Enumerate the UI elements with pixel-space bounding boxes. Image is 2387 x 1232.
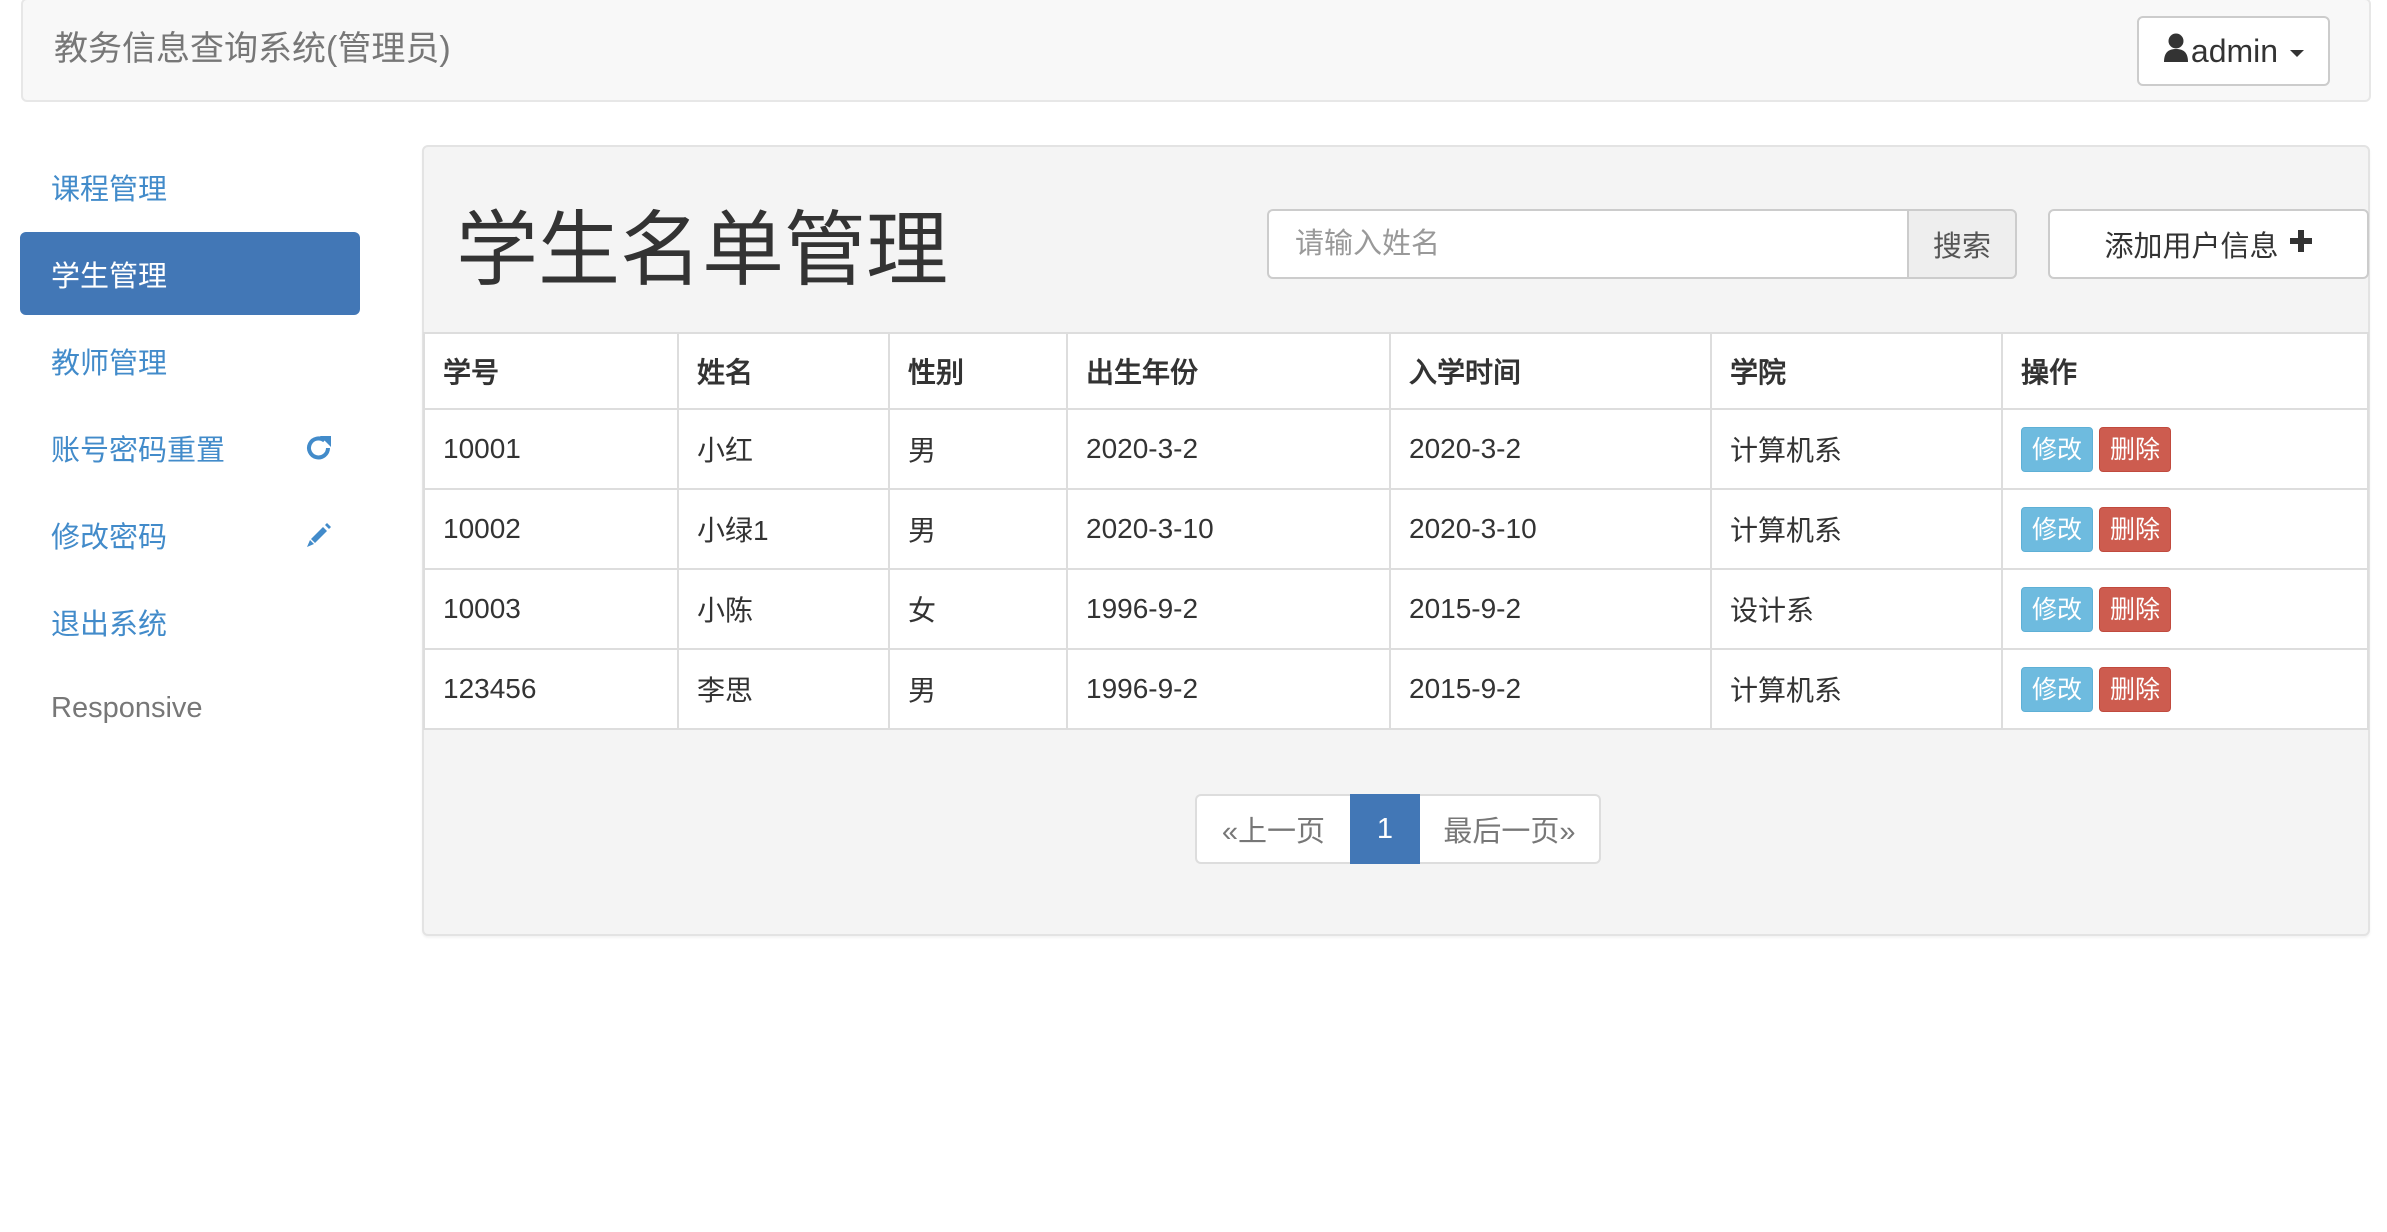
edit-button[interactable]: 修改	[2021, 426, 2094, 472]
sidebar: 课程管理 学生管理 教师管理 账号密码重置 修改密码 退出系统 Responsi…	[20, 145, 360, 754]
cell-enroll: 2020-3-10	[1389, 488, 1712, 570]
column-header: 性别	[888, 332, 1068, 410]
sidebar-item-label: 修改密码	[51, 521, 168, 554]
cell-birth: 2020-3-2	[1066, 408, 1391, 490]
cell-id: 10003	[423, 568, 679, 650]
delete-button[interactable]: 删除	[2099, 426, 2172, 472]
add-user-label: 添加用户信息	[2104, 231, 2279, 263]
last-page-link[interactable]: 最后一页»	[1420, 794, 1601, 864]
cell-college: 计算机系	[1710, 488, 2003, 570]
column-header: 学号	[423, 332, 679, 410]
student-list-panel: 学生名单管理 搜索 添加用户信息 学号 姓名 性别 出生年份 入学时间 学院 操…	[422, 145, 2370, 936]
cell-actions: 修改 删除	[2001, 568, 2369, 650]
table-row: 10003 小陈 女 1996-9-2 2015-9-2 设计系 修改 删除	[423, 568, 2369, 650]
table-row: 123456 李思 男 1996-9-2 2015-9-2 计算机系 修改 删除	[423, 648, 2369, 730]
search-input[interactable]	[1267, 209, 1907, 279]
user-menu-button[interactable]: admin	[2137, 16, 2330, 86]
sidebar-item-reset-password[interactable]: 账号密码重置	[20, 406, 360, 489]
cell-birth: 1996-9-2	[1066, 648, 1391, 730]
sidebar-item-label: 学生管理	[51, 260, 168, 293]
student-table: 学号 姓名 性别 出生年份 入学时间 学院 操作 10001 小红 男 2020…	[423, 332, 2369, 730]
pencil-icon	[304, 520, 334, 550]
user-icon	[2163, 32, 2189, 70]
prev-page-link[interactable]: «上一页	[1195, 794, 1350, 864]
sidebar-item-teacher[interactable]: 教师管理	[20, 319, 360, 402]
sidebar-item-label: 教师管理	[51, 347, 168, 380]
table-header-row: 学号 姓名 性别 出生年份 入学时间 学院 操作	[423, 332, 2369, 410]
cell-gender: 男	[888, 648, 1068, 730]
column-header: 出生年份	[1066, 332, 1391, 410]
sidebar-item-label: 账号密码重置	[51, 434, 226, 467]
sidebar-item-student[interactable]: 学生管理	[20, 232, 360, 315]
cell-college: 设计系	[1710, 568, 2003, 650]
column-header: 入学时间	[1389, 332, 1712, 410]
add-user-button[interactable]: 添加用户信息	[2048, 209, 2369, 279]
cell-gender: 女	[888, 568, 1068, 650]
caret-down-icon	[2290, 49, 2305, 57]
cell-birth: 1996-9-2	[1066, 568, 1391, 650]
top-navbar: 教务信息查询系统(管理员) admin	[21, 0, 2371, 102]
sidebar-item-label: 退出系统	[51, 608, 168, 641]
refresh-icon	[304, 433, 334, 463]
pagination: «上一页 1 最后一页»	[1195, 794, 1601, 864]
cell-id: 10001	[423, 408, 679, 490]
search-button[interactable]: 搜索	[1907, 209, 2017, 279]
column-header: 姓名	[677, 332, 890, 410]
table-row: 10002 小绿1 男 2020-3-10 2020-3-10 计算机系 修改删…	[423, 488, 2369, 570]
plus-icon	[2289, 228, 2313, 261]
current-page-link[interactable]: 1	[1350, 794, 1420, 864]
cell-name: 小红	[677, 408, 890, 490]
cell-birth: 2020-3-10	[1066, 488, 1391, 570]
cell-actions: 修改 删除	[2001, 648, 2369, 730]
cell-enroll: 2015-9-2	[1389, 648, 1712, 730]
cell-gender: 男	[888, 488, 1068, 570]
edit-button[interactable]: 修改	[2021, 666, 2094, 712]
sidebar-item-logout[interactable]: 退出系统	[20, 580, 360, 663]
cell-name: 李思	[677, 648, 890, 730]
column-header: 学院	[1710, 332, 2003, 410]
page-title: 学生名单管理	[456, 205, 949, 296]
search-group: 搜索	[1267, 209, 2017, 279]
edit-button[interactable]: 修改	[2021, 586, 2094, 632]
cell-enroll: 2020-3-2	[1389, 408, 1712, 490]
cell-id: 123456	[423, 648, 679, 730]
user-name: admin	[2190, 32, 2279, 69]
cell-id: 10002	[423, 488, 679, 570]
delete-button[interactable]: 删除	[2099, 666, 2172, 712]
cell-actions: 修改 删除	[2001, 408, 2369, 490]
table-row: 10001 小红 男 2020-3-2 2020-3-2 计算机系 修改 删除	[423, 408, 2369, 490]
sidebar-item-label: Responsive	[51, 692, 203, 724]
cell-enroll: 2015-9-2	[1389, 568, 1712, 650]
sidebar-item-change-password[interactable]: 修改密码	[20, 493, 360, 576]
cell-name: 小陈	[677, 568, 890, 650]
delete-button[interactable]: 删除	[2099, 586, 2172, 632]
cell-gender: 男	[888, 408, 1068, 490]
cell-college: 计算机系	[1710, 408, 2003, 490]
sidebar-item-responsive: Responsive	[20, 667, 360, 750]
app-title: 教务信息查询系统(管理员)	[54, 30, 451, 68]
cell-name: 小绿1	[677, 488, 890, 570]
delete-button[interactable]: 删除	[2099, 506, 2172, 552]
sidebar-item-label: 课程管理	[51, 173, 168, 206]
column-header: 操作	[2001, 332, 2369, 410]
cell-college: 计算机系	[1710, 648, 2003, 730]
cell-actions: 修改 删除	[2001, 488, 2369, 570]
sidebar-item-course[interactable]: 课程管理	[20, 145, 360, 228]
edit-button[interactable]: 修改	[2021, 506, 2094, 552]
